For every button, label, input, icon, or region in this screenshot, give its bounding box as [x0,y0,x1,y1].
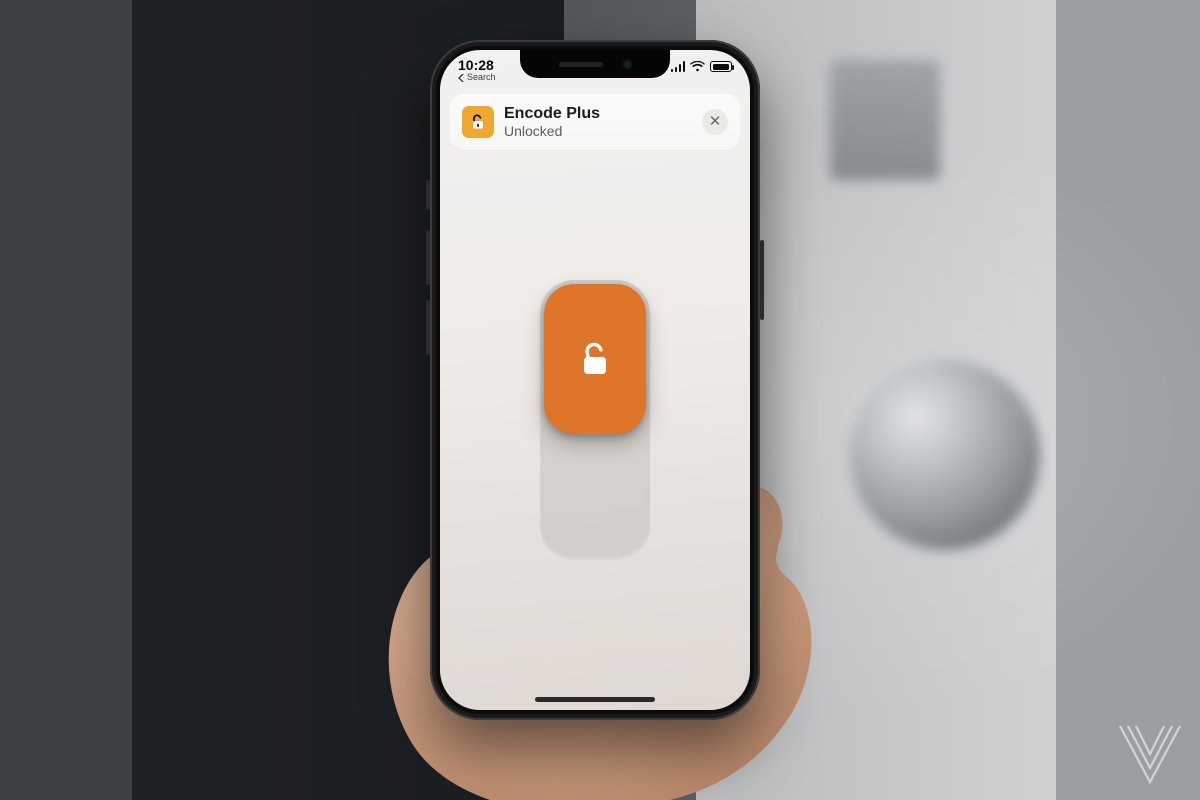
volume-up-button [426,230,430,285]
close-button[interactable]: ✕ [702,109,728,135]
home-indicator[interactable] [535,697,655,702]
back-link-label: Search [467,73,496,82]
photo-scene: 10:28 Search [0,0,1200,800]
battery-icon [710,61,732,72]
side-power-button [760,240,764,320]
volume-down-button [426,300,430,355]
phone-screen: 10:28 Search [440,50,750,710]
lock-toggle-thumb[interactable] [544,284,646,434]
verge-watermark-icon [1114,716,1186,788]
iphone-device-frame: 10:28 Search [430,40,760,720]
accessory-icon-badge [462,106,494,138]
status-time: 10:28 [458,58,496,72]
unlocked-lock-icon [578,339,612,379]
background-door-knob [850,360,1040,550]
unlocked-lock-icon [468,112,488,132]
mute-switch [426,180,430,210]
accessory-title: Encode Plus [504,105,702,123]
hand-holding-phone [350,470,870,800]
chevron-left-icon [458,74,465,82]
lock-toggle-track[interactable] [540,280,650,560]
close-icon: ✕ [709,113,722,130]
display-notch [520,50,670,78]
wifi-icon [690,61,705,72]
earpiece-speaker [559,62,603,67]
back-to-search-link[interactable]: Search [458,73,496,82]
accessory-card-header: Encode Plus Unlocked ✕ [450,94,740,150]
front-camera [623,60,632,69]
accessory-status: Unlocked [504,123,702,139]
cellular-signal-icon [671,61,686,72]
background-door-plate [830,60,940,180]
